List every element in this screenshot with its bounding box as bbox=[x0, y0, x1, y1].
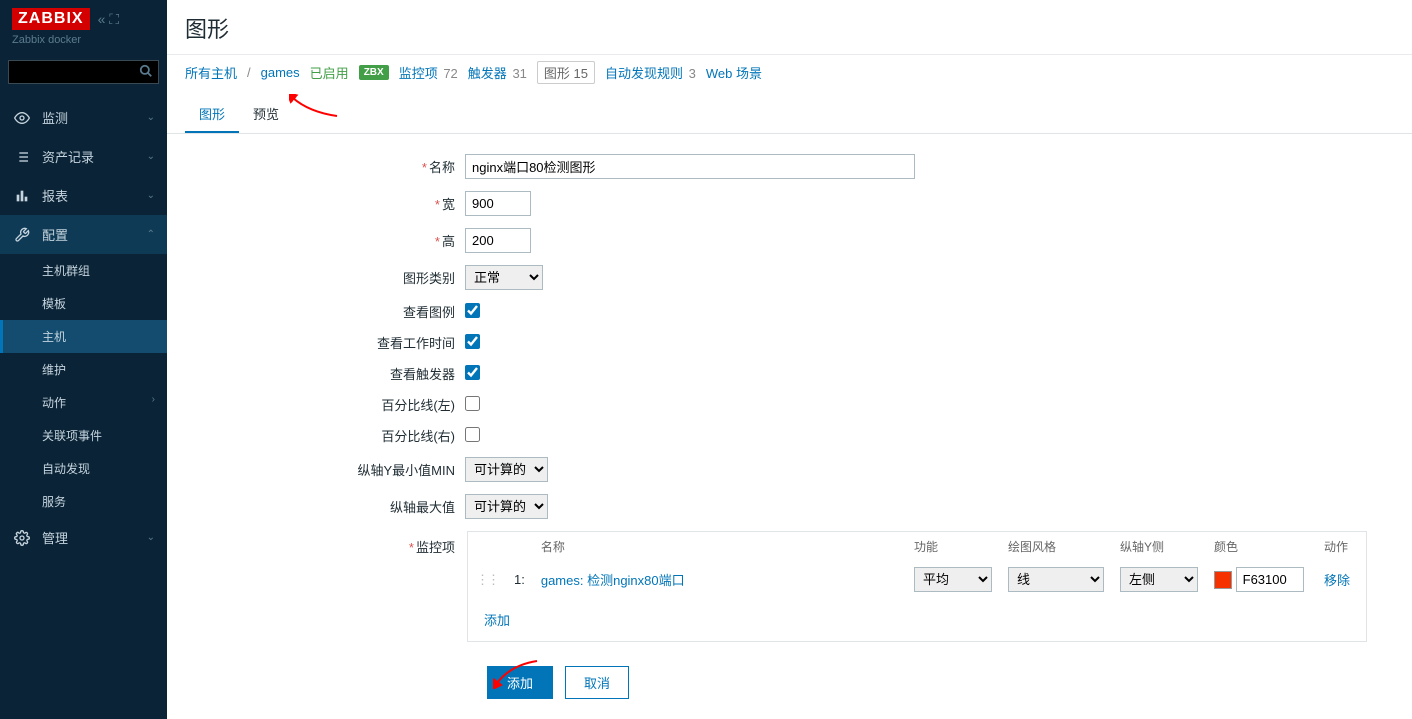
graphtype-label: 图形类别 bbox=[185, 268, 465, 287]
nav-reports[interactable]: 报表 ⌄ bbox=[0, 176, 167, 215]
link-web[interactable]: Web 场景 bbox=[706, 63, 762, 82]
breadcrumb-all-hosts[interactable]: 所有主机 bbox=[185, 63, 237, 82]
current-section: 图形 15 bbox=[537, 61, 595, 84]
sidebar: ZABBIX « ⛶ Zabbix docker 监测 ⌄ 资产记录 ⌄ 报表 … bbox=[0, 0, 167, 719]
nav-label: 配置 bbox=[42, 225, 68, 244]
sidebar-subtitle: Zabbix docker bbox=[0, 34, 167, 56]
color-input[interactable] bbox=[1236, 567, 1304, 592]
remove-link[interactable]: 移除 bbox=[1324, 573, 1350, 588]
logo: ZABBIX bbox=[12, 8, 90, 30]
subnav-hostgroups[interactable]: 主机群组 bbox=[0, 254, 167, 287]
nav-label: 管理 bbox=[42, 528, 68, 547]
func-select[interactable]: 平均 bbox=[914, 567, 992, 592]
gear-icon bbox=[12, 530, 32, 546]
search-box bbox=[8, 60, 159, 84]
nav-inventory[interactable]: 资产记录 ⌄ bbox=[0, 137, 167, 176]
col-name: 名称 bbox=[533, 532, 906, 561]
nav-monitoring[interactable]: 监测 ⌄ bbox=[0, 98, 167, 137]
row-index: 1: bbox=[506, 561, 533, 598]
name-input[interactable] bbox=[465, 154, 915, 179]
ymax-select[interactable]: 可计算的 bbox=[465, 494, 548, 519]
status-enabled: 已启用 bbox=[310, 63, 349, 82]
main: 图形 所有主机 / games 已启用 ZBX 监控项 72 触发器 31 图形… bbox=[167, 0, 1412, 719]
chevron-up-icon: ⌃ bbox=[147, 229, 155, 240]
pright-checkbox[interactable] bbox=[465, 427, 480, 442]
button-row: 添加 取消 bbox=[475, 666, 1394, 699]
chevron-down-icon: ⌄ bbox=[147, 532, 155, 543]
graphtype-select[interactable]: 正常 bbox=[465, 265, 543, 290]
chevron-down-icon: ⌄ bbox=[147, 151, 155, 162]
height-label: 高 bbox=[442, 234, 455, 249]
sub-nav-configuration: 主机群组 模板 主机 维护 动作› 关联项事件 自动发现 服务 bbox=[0, 254, 167, 518]
tabs: 图形 预览 bbox=[167, 96, 1412, 134]
add-item-link[interactable]: 添加 bbox=[476, 604, 518, 635]
col-drawtype: 绘图风格 bbox=[1000, 532, 1112, 561]
link-discovery[interactable]: 自动发现规则 bbox=[605, 66, 683, 81]
chevron-down-icon: ⌄ bbox=[147, 112, 155, 123]
page-title: 图形 bbox=[167, 0, 1412, 54]
breadcrumb-sep: / bbox=[247, 65, 251, 80]
drawtype-select[interactable]: 线 bbox=[1008, 567, 1104, 592]
cancel-button[interactable]: 取消 bbox=[565, 666, 629, 699]
yaxis-select[interactable]: 左侧 bbox=[1120, 567, 1198, 592]
nav-label: 监测 bbox=[42, 108, 68, 127]
items-table: 名称 功能 绘图风格 纵轴Y侧 颜色 动作 ⋮⋮ 1: bbox=[467, 531, 1367, 642]
nav-label: 资产记录 bbox=[42, 147, 94, 166]
col-color: 颜色 bbox=[1206, 532, 1316, 561]
width-label: 宽 bbox=[442, 197, 455, 212]
form: *名称 *宽 *高 图形类别正常 查看图例 查看工作时间 查看触发器 百分比线(… bbox=[167, 134, 1412, 719]
sidebar-toggle-icons[interactable]: « ⛶ bbox=[98, 11, 119, 28]
link-triggers[interactable]: 触发器 bbox=[468, 66, 507, 81]
nav-administration[interactable]: 管理 ⌄ bbox=[0, 518, 167, 557]
worktime-checkbox[interactable] bbox=[465, 334, 480, 349]
annotation-arrow bbox=[293, 96, 353, 116]
worktime-label: 查看工作时间 bbox=[185, 333, 465, 352]
tab-preview[interactable]: 预览 bbox=[239, 96, 293, 133]
name-label: 名称 bbox=[429, 160, 455, 175]
item-name-link[interactable]: games: 检测nginx80端口 bbox=[541, 573, 685, 588]
nav-label: 报表 bbox=[42, 186, 68, 205]
pright-label: 百分比线(右) bbox=[185, 426, 465, 445]
subnav-correlation[interactable]: 关联项事件 bbox=[0, 419, 167, 452]
tab-graph[interactable]: 图形 bbox=[185, 96, 239, 133]
bar-icon bbox=[12, 188, 32, 204]
drag-handle-icon[interactable]: ⋮⋮ bbox=[468, 561, 506, 598]
nav-configuration[interactable]: 配置 ⌃ bbox=[0, 215, 167, 254]
subnav-actions[interactable]: 动作› bbox=[0, 386, 167, 419]
width-input[interactable] bbox=[465, 191, 531, 216]
wrench-icon bbox=[12, 227, 32, 243]
col-yaxis: 纵轴Y侧 bbox=[1112, 532, 1206, 561]
trigger-label: 查看触发器 bbox=[185, 364, 465, 383]
subnav-hosts[interactable]: 主机 bbox=[0, 320, 167, 353]
ymin-label: 纵轴Y最小值MIN bbox=[185, 460, 465, 479]
height-input[interactable] bbox=[465, 228, 531, 253]
color-swatch[interactable] bbox=[1214, 571, 1232, 589]
chevron-down-icon: ⌄ bbox=[147, 190, 155, 201]
subnav-discovery[interactable]: 自动发现 bbox=[0, 452, 167, 485]
ymax-label: 纵轴最大值 bbox=[185, 497, 465, 516]
subnav-services[interactable]: 服务 bbox=[0, 485, 167, 518]
table-row: ⋮⋮ 1: games: 检测nginx80端口 平均 线 左侧 移除 bbox=[468, 561, 1366, 598]
trigger-checkbox[interactable] bbox=[465, 365, 480, 380]
subnav-maintenance[interactable]: 维护 bbox=[0, 353, 167, 386]
col-action: 动作 bbox=[1316, 532, 1366, 561]
breadcrumb-host[interactable]: games bbox=[261, 65, 300, 80]
list-icon bbox=[12, 149, 32, 165]
col-func: 功能 bbox=[906, 532, 1000, 561]
chevron-right-icon: › bbox=[152, 394, 155, 405]
subnav-templates[interactable]: 模板 bbox=[0, 287, 167, 320]
legend-checkbox[interactable] bbox=[465, 303, 480, 318]
zbx-badge: ZBX bbox=[359, 65, 389, 80]
search-input[interactable] bbox=[8, 60, 159, 84]
search-icon[interactable] bbox=[139, 64, 153, 81]
breadcrumb: 所有主机 / games 已启用 ZBX 监控项 72 触发器 31 图形 15… bbox=[167, 54, 1412, 90]
link-items[interactable]: 监控项 bbox=[399, 66, 438, 81]
pleft-label: 百分比线(左) bbox=[185, 395, 465, 414]
legend-label: 查看图例 bbox=[185, 302, 465, 321]
logo-wrap: ZABBIX « ⛶ bbox=[0, 0, 167, 34]
ymin-select[interactable]: 可计算的 bbox=[465, 457, 548, 482]
pleft-checkbox[interactable] bbox=[465, 396, 480, 411]
eye-icon bbox=[12, 110, 32, 126]
items-label: 监控项 bbox=[416, 540, 455, 555]
